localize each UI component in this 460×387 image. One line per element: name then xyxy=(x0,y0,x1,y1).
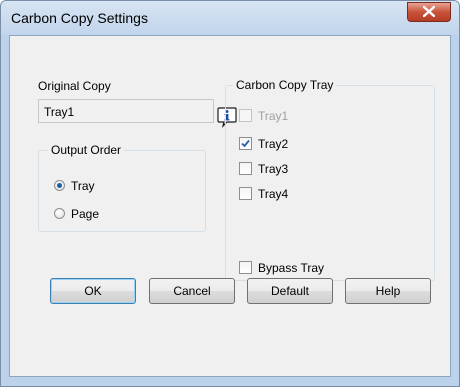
window-title: Carbon Copy Settings xyxy=(11,10,148,26)
title-bar[interactable]: Carbon Copy Settings xyxy=(1,1,459,35)
radio-tray-label[interactable]: Tray xyxy=(71,179,95,193)
original-copy-field: Tray1 xyxy=(38,99,214,123)
radio-page-indicator[interactable] xyxy=(54,208,65,219)
radio-page-label[interactable]: Page xyxy=(71,207,99,221)
radio-tray-indicator[interactable] xyxy=(54,180,65,191)
checkbox-tray4-label[interactable]: Tray4 xyxy=(258,187,288,201)
checkbox-tray2-label[interactable]: Tray2 xyxy=(258,137,288,151)
dialog-window: Carbon Copy Settings Original Copy Tray1… xyxy=(0,0,460,387)
cancel-button[interactable]: Cancel xyxy=(149,278,235,304)
checkbox-tray1-label: Tray1 xyxy=(258,109,289,123)
checkbox-bypass-tray-label[interactable]: Bypass Tray xyxy=(258,261,324,275)
output-order-title: Output Order xyxy=(48,143,125,157)
dialog-client-area: Original Copy Tray1 Output Order Tray Pa… xyxy=(9,35,451,377)
ok-button[interactable]: OK xyxy=(50,278,136,304)
checkmark-icon xyxy=(241,139,250,148)
checkbox-tray3-box[interactable] xyxy=(239,162,252,175)
checkbox-tray1-box xyxy=(239,109,252,122)
close-button[interactable] xyxy=(407,2,451,22)
checkbox-tray3-label[interactable]: Tray3 xyxy=(258,162,288,176)
checkbox-tray4-box[interactable] xyxy=(239,187,252,200)
output-order-group xyxy=(38,150,206,232)
checkbox-tray2-box[interactable] xyxy=(239,137,252,150)
original-copy-label: Original Copy xyxy=(38,79,111,93)
carbon-copy-tray-group xyxy=(225,85,435,281)
help-button[interactable]: Help xyxy=(345,278,431,304)
carbon-copy-tray-title: Carbon Copy Tray xyxy=(233,78,337,92)
close-x-icon xyxy=(423,6,435,17)
checkbox-bypass-tray-box[interactable] xyxy=(239,261,252,274)
default-button[interactable]: Default xyxy=(247,278,333,304)
